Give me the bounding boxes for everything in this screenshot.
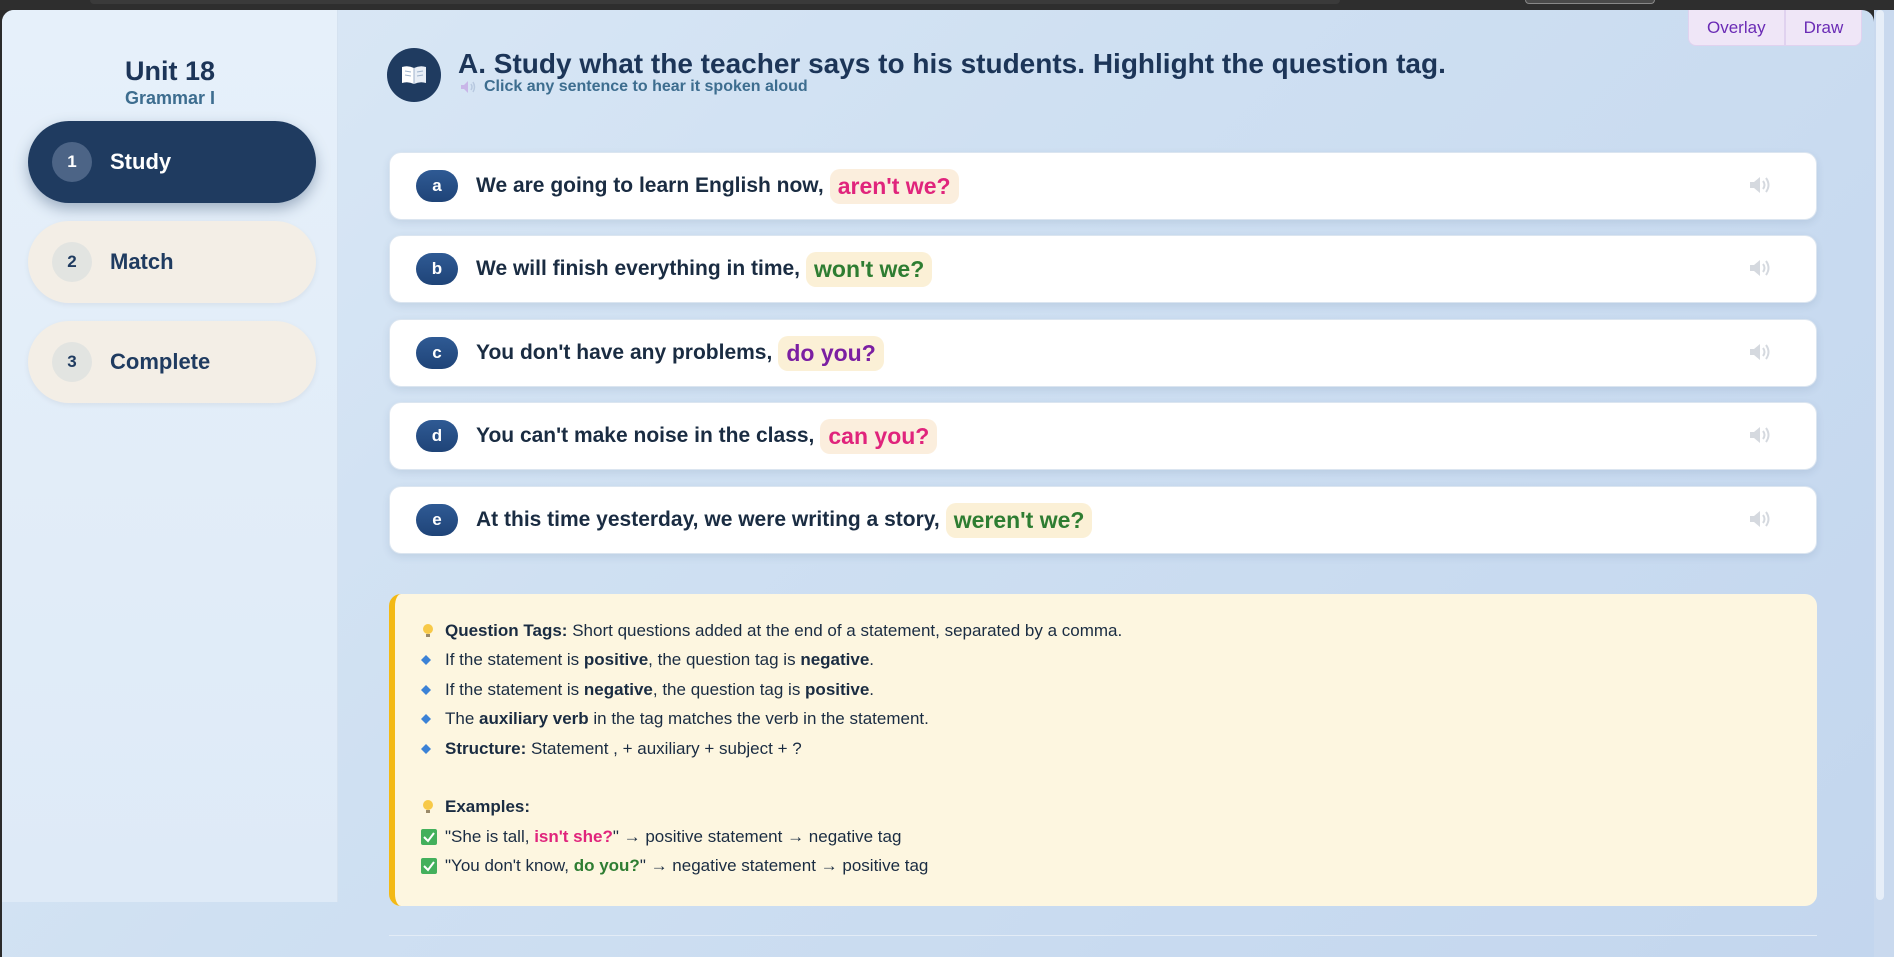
- sentence-row-d[interactable]: d You can't make noise in the class, can…: [389, 402, 1817, 470]
- speaker-icon: [460, 80, 478, 94]
- note-text: in the tag matches the verb in the state…: [588, 709, 929, 729]
- sentence-row-a[interactable]: a We are going to learn English now, are…: [389, 152, 1817, 220]
- note-text: .: [869, 650, 875, 670]
- example-tag: isn't she?: [534, 826, 613, 846]
- diamond-icon: [421, 743, 445, 754]
- checkmark-icon: [421, 828, 445, 845]
- book-icon: [387, 48, 441, 102]
- divider: [389, 935, 1817, 936]
- question-tag: aren't we?: [829, 168, 959, 204]
- grammar-note: Question Tags: Short questions added at …: [389, 594, 1817, 906]
- step-number: 1: [52, 142, 92, 182]
- note-bold: negative: [583, 679, 653, 699]
- note-line: If the statement is positive, the questi…: [421, 646, 1817, 676]
- sidebar-item-label: Complete: [110, 349, 211, 374]
- overlay-button[interactable]: Overlay: [1688, 10, 1785, 46]
- step-number: 3: [52, 342, 92, 382]
- draw-button[interactable]: Draw: [1784, 10, 1863, 46]
- examples-label: Examples:: [445, 797, 531, 817]
- sentence-text: You don't have any problems,: [476, 341, 773, 364]
- browser-top-strip: [0, 0, 1894, 10]
- diamond-icon: [421, 684, 445, 695]
- note-bold: auxiliary verb: [479, 709, 589, 729]
- example-line: "She is tall, isn't she? " → positive sta…: [421, 822, 1817, 852]
- lightbulb-icon: [421, 623, 445, 639]
- sentence-letter: d: [416, 420, 458, 452]
- note-bold: positive: [805, 679, 870, 699]
- speaker-icon[interactable]: [1748, 342, 1774, 367]
- page-subtitle: Click any sentence to hear it spoken alo…: [460, 78, 808, 96]
- sentence-letter: a: [416, 170, 458, 202]
- sentence-text: You can't make noise in the class,: [476, 424, 815, 447]
- example-text: " → negative statement → positive tag: [639, 856, 929, 876]
- note-text: , the question tag is: [648, 650, 801, 670]
- question-tag: do you?: [778, 335, 884, 371]
- example-text: "She is tall,: [445, 826, 535, 846]
- question-tag: won't we?: [806, 251, 933, 287]
- note-text: Short questions added at the end of a st…: [567, 620, 1123, 640]
- sidebar-item-complete[interactable]: 3 Complete: [28, 321, 316, 403]
- note-text: If the statement is: [445, 679, 584, 699]
- question-tag: weren't we?: [945, 502, 1093, 538]
- speaker-icon[interactable]: [1748, 425, 1774, 450]
- diamond-icon: [421, 655, 445, 666]
- toolbar: Overlay Draw: [1688, 10, 1863, 46]
- note-text: , the question tag is: [652, 679, 806, 699]
- note-line: The auxiliary verb in the tag matches th…: [421, 705, 1817, 735]
- lightbulb-icon: [421, 799, 445, 815]
- sidebar-item-label: Study: [110, 149, 172, 174]
- speaker-icon[interactable]: [1748, 175, 1774, 200]
- note-line: If the statement is negative, the questi…: [421, 675, 1817, 705]
- note-line: Examples:: [421, 793, 1817, 823]
- note-line: Structure: Statement , + auxiliary + sub…: [421, 734, 1817, 764]
- example-line: "You don't know, do you? " → negative sta…: [421, 852, 1817, 882]
- diamond-icon: [421, 714, 445, 725]
- note-line: Question Tags: Short questions added at …: [421, 616, 1817, 646]
- sentence-row-c[interactable]: c You don't have any problems, do you?: [389, 319, 1817, 387]
- sidebar-item-study[interactable]: 1 Study: [28, 121, 316, 203]
- browser-button[interactable]: [1525, 0, 1655, 4]
- address-bar[interactable]: [90, 0, 1340, 4]
- note-bold: negative: [800, 650, 870, 670]
- note-text: The: [445, 709, 480, 729]
- example-tag: do you?: [573, 856, 640, 876]
- scrollbar-thumb[interactable]: [1876, 10, 1884, 900]
- subtitle-text: Click any sentence to hear it spoken alo…: [484, 78, 808, 95]
- question-tag: can you?: [820, 418, 938, 454]
- sidebar: Unit 18 Grammar I 1 Study 2 Match 3 Comp…: [2, 10, 338, 902]
- note-label: Question Tags:: [445, 620, 568, 640]
- speaker-icon[interactable]: [1748, 509, 1774, 534]
- checkmark-icon: [421, 858, 445, 875]
- note-bold: Structure:: [445, 738, 527, 758]
- speaker-icon[interactable]: [1748, 258, 1774, 283]
- sidebar-item-label: Match: [110, 249, 174, 274]
- note-bold: positive: [583, 650, 649, 670]
- sentence-text: At this time yesterday, we were writing …: [476, 508, 940, 531]
- unit-title: Unit 18: [124, 56, 216, 86]
- sidebar-item-match[interactable]: 2 Match: [28, 221, 316, 303]
- sentence-row-b[interactable]: b We will finish everything in time, won…: [389, 235, 1817, 303]
- note-text: .: [869, 679, 875, 699]
- example-text: " → positive statement → negative tag: [612, 826, 902, 846]
- scrollbar[interactable]: [1874, 10, 1894, 957]
- example-text: "You don't know,: [445, 856, 574, 876]
- unit-subtitle: Grammar I: [124, 88, 216, 108]
- step-number: 2: [52, 242, 92, 282]
- note-text: Statement , + auxiliary + subject + ?: [526, 738, 802, 758]
- page-title: A. Study what the teacher says to his st…: [458, 48, 1446, 79]
- sentence-letter: e: [416, 504, 458, 536]
- sentence-letter: c: [416, 337, 458, 369]
- app-window: Unit 18 Grammar I 1 Study 2 Match 3 Comp…: [2, 10, 1874, 957]
- sentence-text: We are going to learn English now,: [476, 174, 824, 197]
- sentence-text: We will finish everything in time,: [476, 257, 801, 280]
- sentence-row-e[interactable]: e At this time yesterday, we were writin…: [389, 486, 1817, 554]
- sentence-letter: b: [416, 253, 458, 285]
- note-text: If the statement is: [445, 650, 584, 670]
